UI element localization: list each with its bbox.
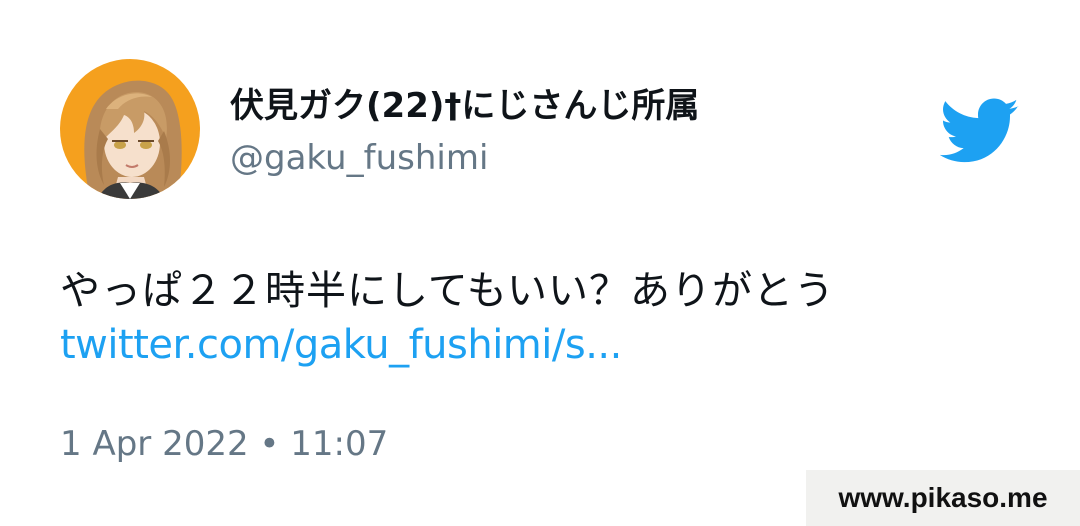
display-name[interactable]: 伏見ガク(22)†にじさんじ所属 [230,78,699,127]
watermark-text: www.pikaso.me [838,482,1048,513]
avatar-icon [60,59,200,199]
watermark: www.pikaso.me [806,470,1080,526]
tweet-card: 伏見ガク(22)†にじさんじ所属 @gaku_fushimi やっぱ２２時半にし… [0,0,1080,526]
tweet-link[interactable]: twitter.com/gaku_fushimi/s... [60,322,622,368]
avatar[interactable] [60,59,200,199]
twitter-bird-icon[interactable] [939,98,1020,164]
tweet-timestamp[interactable]: 1 Apr 2022 • 11:07 [60,424,388,464]
user-handle[interactable]: @gaku_fushimi [230,138,488,178]
tweet-text: やっぱ２２時半にしてもいい？ありがとう [60,268,835,314]
